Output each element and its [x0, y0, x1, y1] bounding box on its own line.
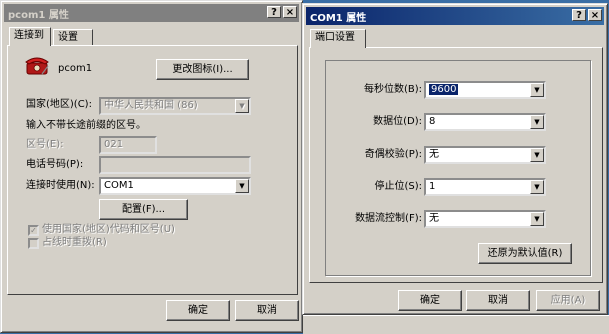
tab-port-settings[interactable]: 端口设置: [310, 29, 366, 48]
redial-checkbox[interactable]: [28, 238, 39, 249]
stop-bits-value: 1: [429, 181, 436, 192]
connect-using-label: 连接时使用(N):: [26, 180, 95, 191]
area-code-hint: 输入不带长途前缀的区号。: [26, 120, 146, 131]
com1-properties-window: COM1 属性 ? × 端口设置 每秒位数(B): 9600 ▼ 数据位(D):…: [302, 3, 608, 315]
phone-icon: [24, 54, 50, 76]
tab-settings[interactable]: 设置: [53, 29, 93, 46]
right-ok-button[interactable]: 确定: [398, 290, 462, 311]
use-country-code-label: 使用国家(地区)代码和区号(U): [42, 224, 175, 235]
data-bits-value: 8: [429, 116, 436, 127]
right-tab-panel: 每秒位数(B): 9600 ▼ 数据位(D): 8 ▼ 奇偶校验(P): 无 ▼…: [309, 47, 603, 283]
desktop-background: [303, 315, 609, 334]
redial-label: 占线时重拨(R): [42, 237, 107, 248]
country-value: 中华人民共和国 (86): [104, 100, 198, 111]
country-label: 国家(地区)(C):: [26, 99, 92, 110]
close-button[interactable]: ×: [283, 6, 297, 18]
chevron-down-icon[interactable]: ▼: [235, 179, 249, 193]
area-code-label: 区号(E):: [26, 139, 64, 150]
bits-per-second-select[interactable]: 9600 ▼: [424, 81, 546, 99]
close-button[interactable]: ×: [588, 9, 602, 21]
data-bits-select[interactable]: 8 ▼: [424, 113, 546, 131]
left-titlebar[interactable]: pcom1 属性 ? ×: [4, 4, 299, 22]
phone-number-label: 电话号码(P):: [26, 159, 84, 170]
restore-defaults-button[interactable]: 还原为默认值(R): [478, 243, 572, 264]
country-select[interactable]: 中华人民共和国 (86) ▼: [99, 97, 251, 115]
stop-bits-select[interactable]: 1 ▼: [424, 178, 546, 196]
apply-button[interactable]: 应用(A): [536, 290, 600, 311]
flow-control-label: 数据流控制(F):: [355, 213, 422, 224]
flow-control-select[interactable]: 无 ▼: [424, 210, 546, 228]
phone-number-input[interactable]: [99, 156, 251, 174]
parity-value: 无: [429, 149, 439, 160]
left-ok-button[interactable]: 确定: [166, 300, 230, 321]
parity-select[interactable]: 无 ▼: [424, 146, 546, 164]
chevron-down-icon[interactable]: ▼: [530, 115, 544, 129]
help-button[interactable]: ?: [267, 6, 281, 18]
port-settings-group: 每秒位数(B): 9600 ▼ 数据位(D): 8 ▼ 奇偶校验(P): 无 ▼…: [325, 60, 591, 276]
chevron-down-icon[interactable]: ▼: [530, 83, 544, 97]
pcom1-properties-window: pcom1 属性 ? × 连接到 设置 pcom1 更改图标(I)... 国家(…: [0, 0, 303, 333]
chevron-down-icon[interactable]: ▼: [530, 148, 544, 162]
connect-using-value: COM1: [104, 180, 134, 191]
left-cancel-button[interactable]: 取消: [235, 300, 299, 321]
area-code-input[interactable]: 021: [99, 136, 157, 154]
left-window-title: pcom1 属性: [8, 9, 69, 21]
connect-using-select[interactable]: COM1 ▼: [99, 177, 251, 195]
bits-per-second-value: 9600: [429, 84, 459, 95]
parity-label: 奇偶校验(P):: [364, 149, 422, 160]
connection-name: pcom1: [58, 63, 93, 74]
chevron-down-icon[interactable]: ▼: [530, 180, 544, 194]
use-country-code-checkbox[interactable]: ✓: [28, 225, 39, 236]
tab-connect-to[interactable]: 连接到: [9, 27, 51, 46]
chevron-down-icon[interactable]: ▼: [235, 99, 249, 113]
chevron-down-icon[interactable]: ▼: [530, 212, 544, 226]
left-tab-panel: pcom1 更改图标(I)... 国家(地区)(C): 中华人民共和国 (86)…: [7, 45, 298, 295]
change-icon-button[interactable]: 更改图标(I)...: [156, 59, 249, 80]
stop-bits-label: 停止位(S):: [374, 181, 422, 192]
right-cancel-button[interactable]: 取消: [466, 290, 530, 311]
configure-button[interactable]: 配置(F)...: [99, 199, 188, 220]
data-bits-label: 数据位(D):: [373, 116, 422, 127]
bits-per-second-label: 每秒位数(B):: [363, 84, 422, 95]
right-window-title: COM1 属性: [310, 12, 367, 24]
flow-control-value: 无: [429, 213, 439, 224]
right-titlebar[interactable]: COM1 属性 ? ×: [306, 7, 604, 25]
help-button[interactable]: ?: [572, 9, 586, 21]
